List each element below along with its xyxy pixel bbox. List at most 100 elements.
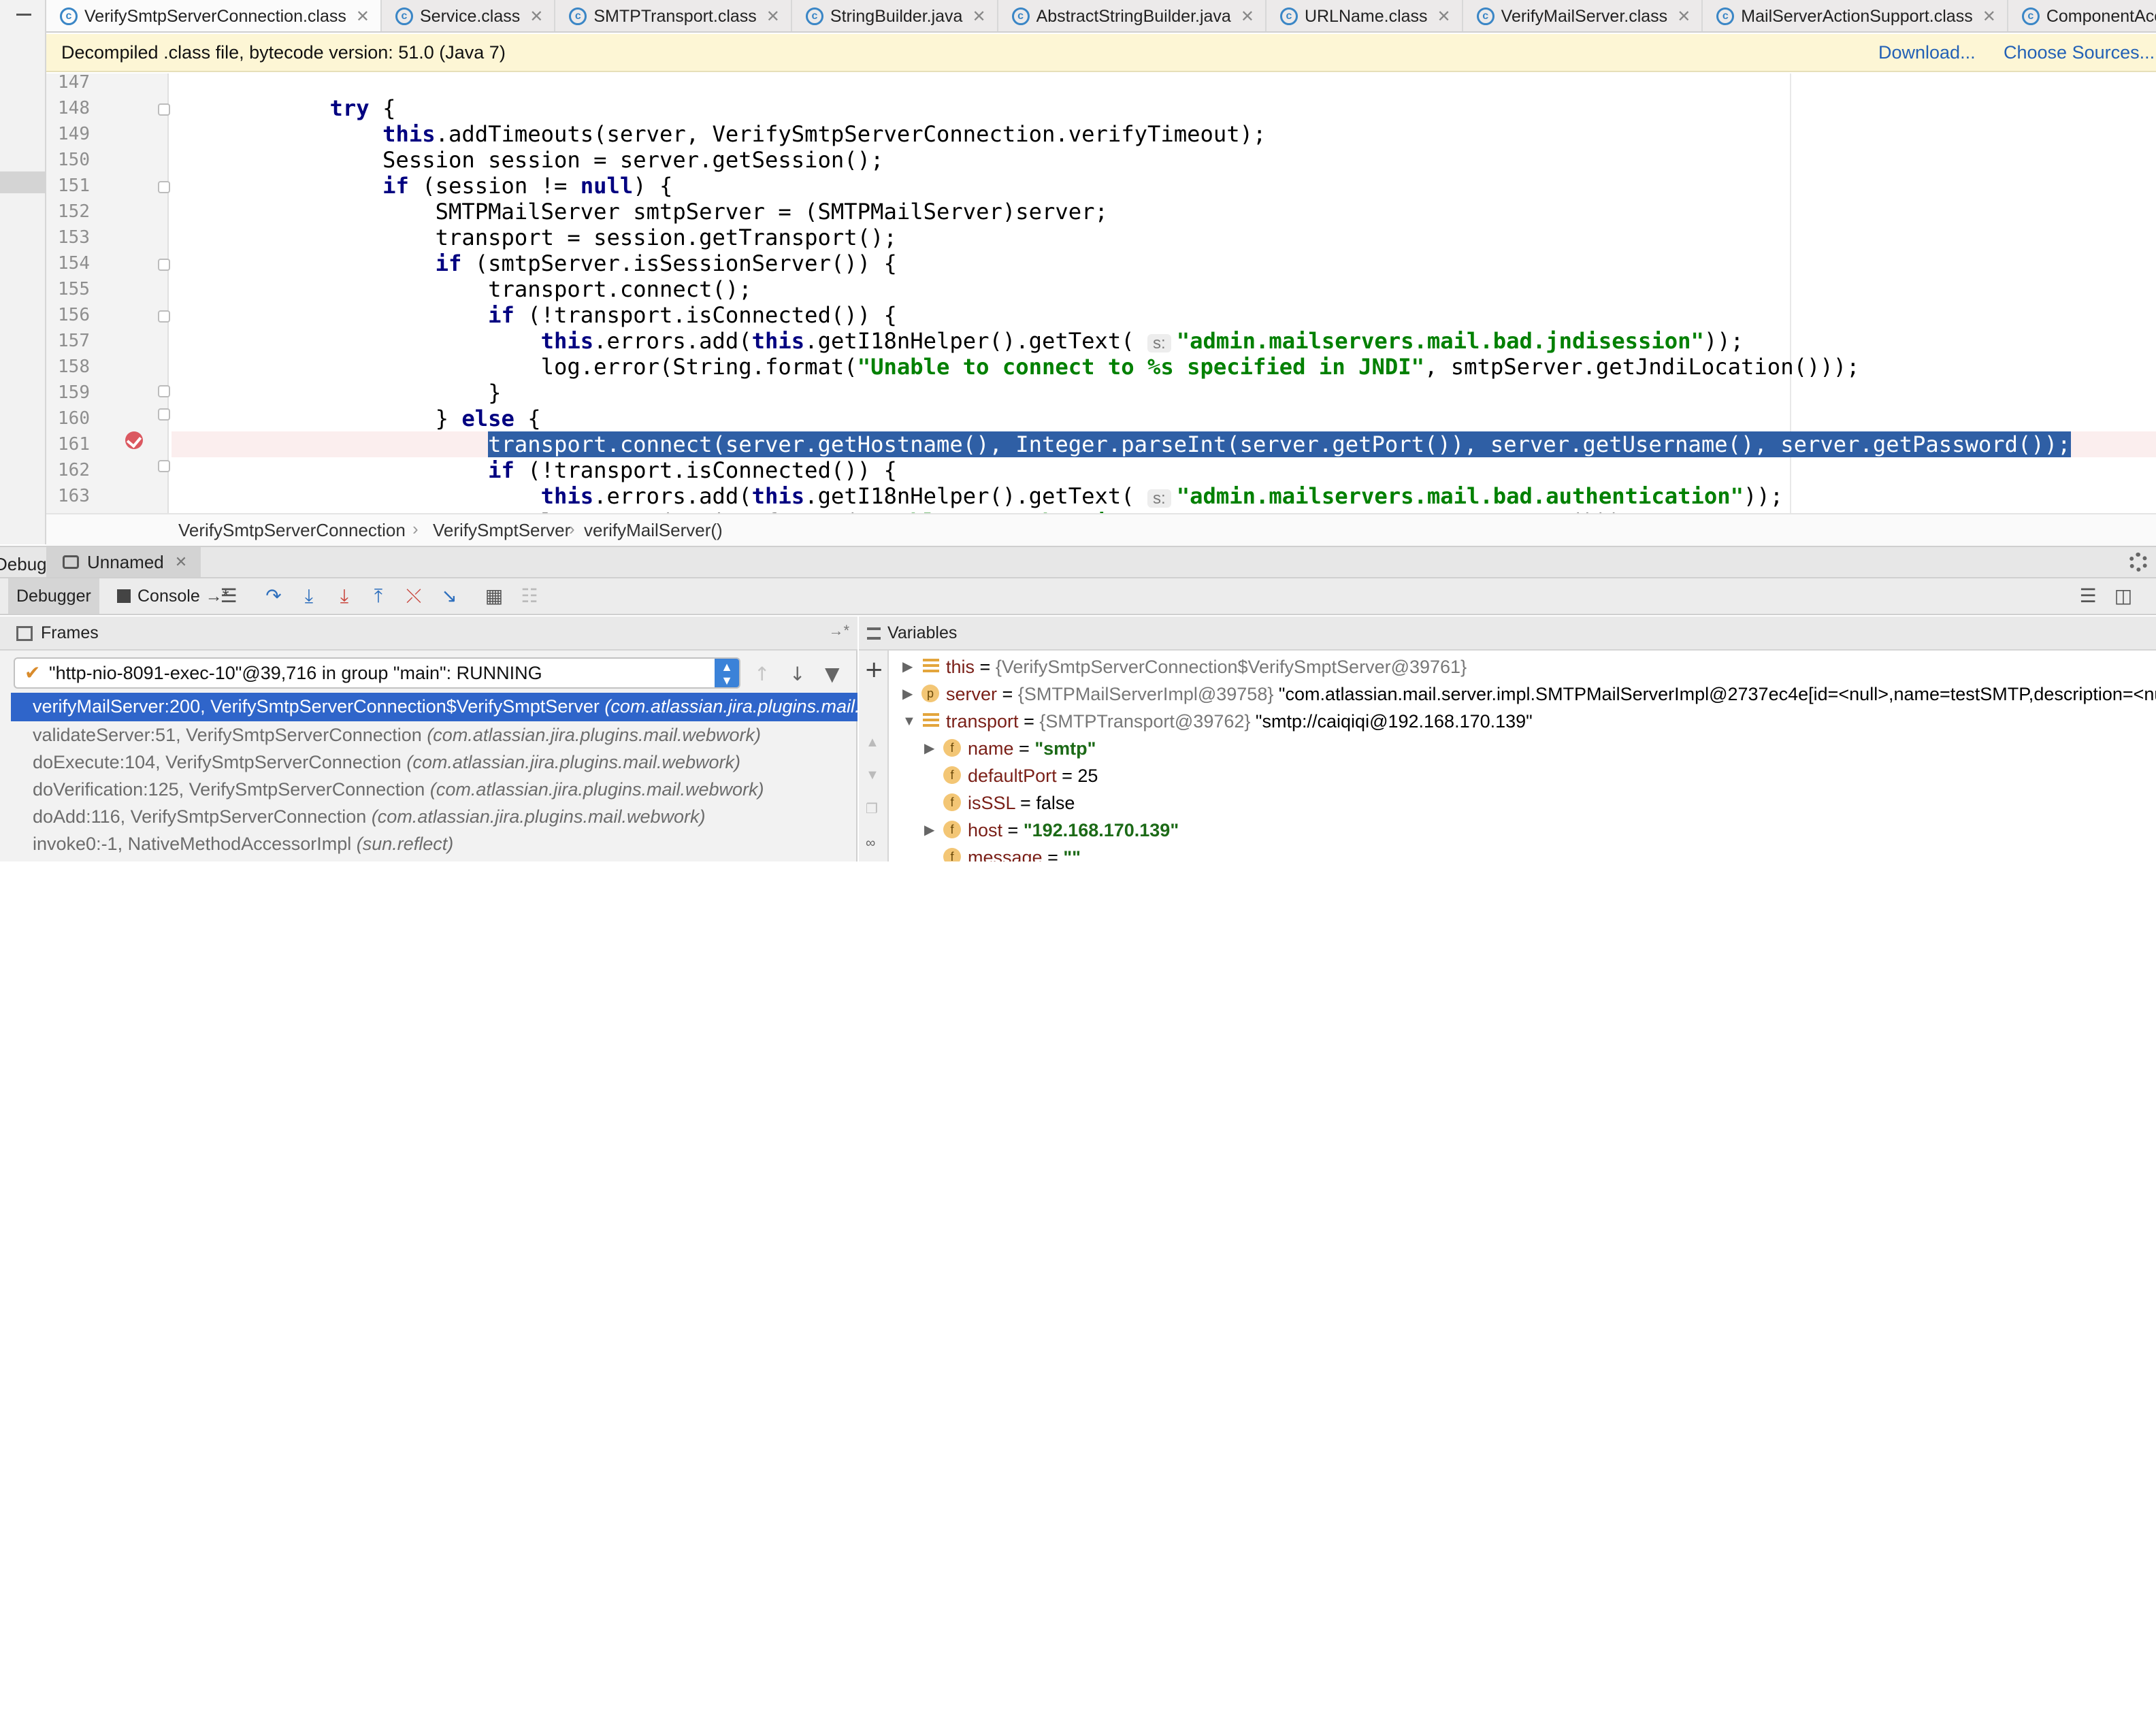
close-icon[interactable]: ✕ [175,553,187,571]
run-to-cursor-icon[interactable]: ↘ [438,585,460,607]
fold-marker-icon[interactable] [158,408,170,421]
tab-debugger[interactable]: Debugger [8,578,99,614]
code-line[interactable]: try { [172,95,2156,121]
frame-down-icon[interactable]: ↓ [789,663,805,685]
variable-row[interactable]: f isSSL = false [892,789,2156,817]
editor-gutter[interactable]: 147 148 149 150 151 152 153 154 155 156 157 158 159 1… [46,73,170,513]
debug-session-tab[interactable]: Unnamed ✕ [46,547,201,577]
download-link[interactable]: Download... [1878,42,1976,63]
breadcrumb-item[interactable]: VerifySmtpServerConnection [178,520,406,541]
chevron-updown-icon[interactable]: ▲ ▼ [715,659,739,687]
minimize-icon[interactable] [16,14,31,16]
filter-icon[interactable]: ▼ [825,663,840,685]
code-editor[interactable]: 147 148 149 150 151 152 153 154 155 156 157 158 159 1… [46,73,2156,513]
code-line[interactable]: if (!transport.isConnected()) { [172,302,2156,328]
fold-marker-icon[interactable] [158,460,170,472]
close-icon[interactable]: ✕ [356,7,370,27]
pin-arrow-icon[interactable]: →* [828,622,849,640]
restore-layout-icon[interactable]: ◫ [2112,585,2134,607]
tab-verifymailserver-class[interactable]: c VerifyMailServer.class ✕ [1463,0,1703,31]
code-line[interactable]: this.errors.add(this.getI18nHelper().get… [172,328,2156,354]
code-line[interactable]: SMTPMailServer smtpServer = (SMTPMailSer… [172,199,2156,225]
tab-componentaccessor-class[interactable]: cComponentAccessor.class✕ [2008,0,2156,31]
tab-abstractstringbuilder-java[interactable]: c AbstractStringBuilder.java ✕ [998,0,1267,31]
code-line[interactable]: transport.connect(); [172,276,2156,302]
tab-mailserveractionsupport-class[interactable]: c MailServerActionSupport.class ✕ [1703,0,2008,31]
breadcrumb-item[interactable]: verifyMailServer() [584,520,723,541]
list-view-icon[interactable]: ☰ [2077,585,2099,607]
frame-row[interactable]: doExecute:104, VerifySmtpServerConnectio… [11,749,858,776]
close-icon[interactable]: ✕ [1982,7,1996,27]
code-lines[interactable]: try { this.addTimeouts(server, VerifySmt… [172,73,2156,513]
code-line[interactable]: if (!transport.isConnected()) { [172,457,2156,483]
watch-glasses-icon[interactable]: ∞ [866,836,875,851]
fold-marker-icon[interactable] [158,181,170,193]
layout-icon[interactable]: ☰ [218,585,240,607]
code-line[interactable]: } else { [172,406,2156,431]
breakpoint-icon[interactable] [125,431,143,449]
code-line[interactable]: if (session != null) { [172,173,2156,199]
close-icon[interactable]: ✕ [529,7,543,27]
close-icon[interactable]: ✕ [766,7,780,27]
code-line[interactable]: log.error(String.format("Unable to conne… [172,354,2156,380]
frame-row[interactable]: invoke0:-1, NativeMethodAccessorImpl (su… [11,830,858,857]
tab-urlname-class[interactable]: c URLName.class ✕ [1267,0,1463,31]
move-down-icon[interactable]: ▼ [866,768,879,783]
variable-row[interactable]: ▶ p server = {SMTPMailServerImpl@39758} "c… [892,680,2156,708]
variable-row[interactable]: ▶ f name = "smtp" [892,735,2156,762]
step-into-icon[interactable]: ⤓ [298,585,320,607]
step-out-icon[interactable]: ⤒ [368,585,389,607]
tab-verifysmtpserverconnection-class[interactable]: c VerifySmtpServerConnection.class ✕ [46,0,382,31]
copy-icon[interactable]: ❐ [866,800,878,817]
close-icon[interactable]: ✕ [1437,7,1451,27]
frame-row[interactable]: validateServer:51, VerifySmtpServerConne… [11,721,858,749]
collapsed-triangle-icon[interactable]: ▶ [902,653,913,680]
close-icon[interactable]: ✕ [1241,7,1254,27]
evaluate-expression-icon[interactable]: ▦ [483,585,505,607]
code-line[interactable]: } [172,380,2156,406]
parameter-icon: p [921,685,939,702]
choose-sources-link[interactable]: Choose Sources... [2004,42,2155,63]
trace-icon[interactable]: ☷ [519,585,540,607]
breadcrumb-item[interactable]: VerifySmptServer [433,520,570,541]
fold-marker-icon[interactable] [158,103,170,116]
code-line[interactable]: if (smtpServer.isSessionServer()) { [172,250,2156,276]
fold-marker-icon[interactable] [158,385,170,397]
tab-service-class[interactable]: c Service.class ✕ [382,0,556,31]
breakpoint-line[interactable]: transport.connect(server.getHostname(), … [172,431,2156,457]
collapsed-triangle-icon[interactable]: ▶ [924,735,934,762]
code-line[interactable]: this.addTimeouts(server, VerifySmtpServe… [172,121,2156,147]
code-line[interactable]: Session session = server.getSession(); [172,147,2156,173]
code-line[interactable]: transport = session.getTransport(); [172,225,2156,250]
frame-row[interactable]: doAdd:116, VerifySmtpServerConnection (c… [11,803,858,830]
close-icon[interactable]: ✕ [972,7,985,27]
tab-stringbuilder-java[interactable]: c StringBuilder.java ✕ [792,0,998,31]
code-line[interactable] [172,73,2156,95]
add-watch-icon[interactable]: + [864,656,884,683]
variable-row[interactable]: f defaultPort = 25 [892,762,2156,789]
tab-smtptransport-class[interactable]: c SMTPTransport.class ✕ [555,0,792,31]
frame-row[interactable]: doVerification:125, VerifySmtpServerConn… [11,776,858,803]
variable-row[interactable]: ▶ this = {VerifySmtpServerConnection$Veri… [892,653,2156,680]
force-step-into-icon[interactable]: ⤓ [333,585,355,607]
frame-row[interactable]: verifyMailServer:200, VerifySmtpServerCo… [11,693,858,721]
fold-marker-icon[interactable] [158,259,170,271]
tab-label: MailServerActionSupport.class [1741,6,1973,26]
close-icon[interactable]: ✕ [1677,7,1690,27]
drop-frame-icon[interactable]: ⤬ [403,585,425,607]
move-up-icon[interactable]: ▲ [866,735,879,751]
collapsed-triangle-icon[interactable]: ▶ [902,680,913,708]
frame-up-icon[interactable]: ↑ [754,663,770,685]
variable-row[interactable]: ▼ transport = {SMTPTransport@39762} "smtp… [892,708,2156,735]
gear-icon[interactable] [2129,553,2148,572]
variable-row[interactable]: f message = "" [892,844,2156,862]
code-line[interactable]: this.errors.add(this.getI18nHelper().get… [172,483,2156,509]
expanded-triangle-icon[interactable]: ▼ [902,708,916,735]
fold-marker-icon[interactable] [158,310,170,323]
collapsed-triangle-icon[interactable]: ▶ [924,817,934,844]
debugger-toolbar: Debugger Console →* ☰ ↷ ⤓ ⤓ ⤒ ⤬ ↘ ▦ ☷ ☰ ◫ [0,578,2156,615]
step-over-icon[interactable]: ↷ [263,585,284,607]
thread-selector[interactable]: ✔ "http-nio-8091-exec-10"@39,716 in grou… [14,657,740,689]
variable-row[interactable]: ▶ f host = "192.168.170.139" [892,817,2156,844]
selected-code[interactable]: transport.connect(server.getHostname(), … [488,431,2071,457]
